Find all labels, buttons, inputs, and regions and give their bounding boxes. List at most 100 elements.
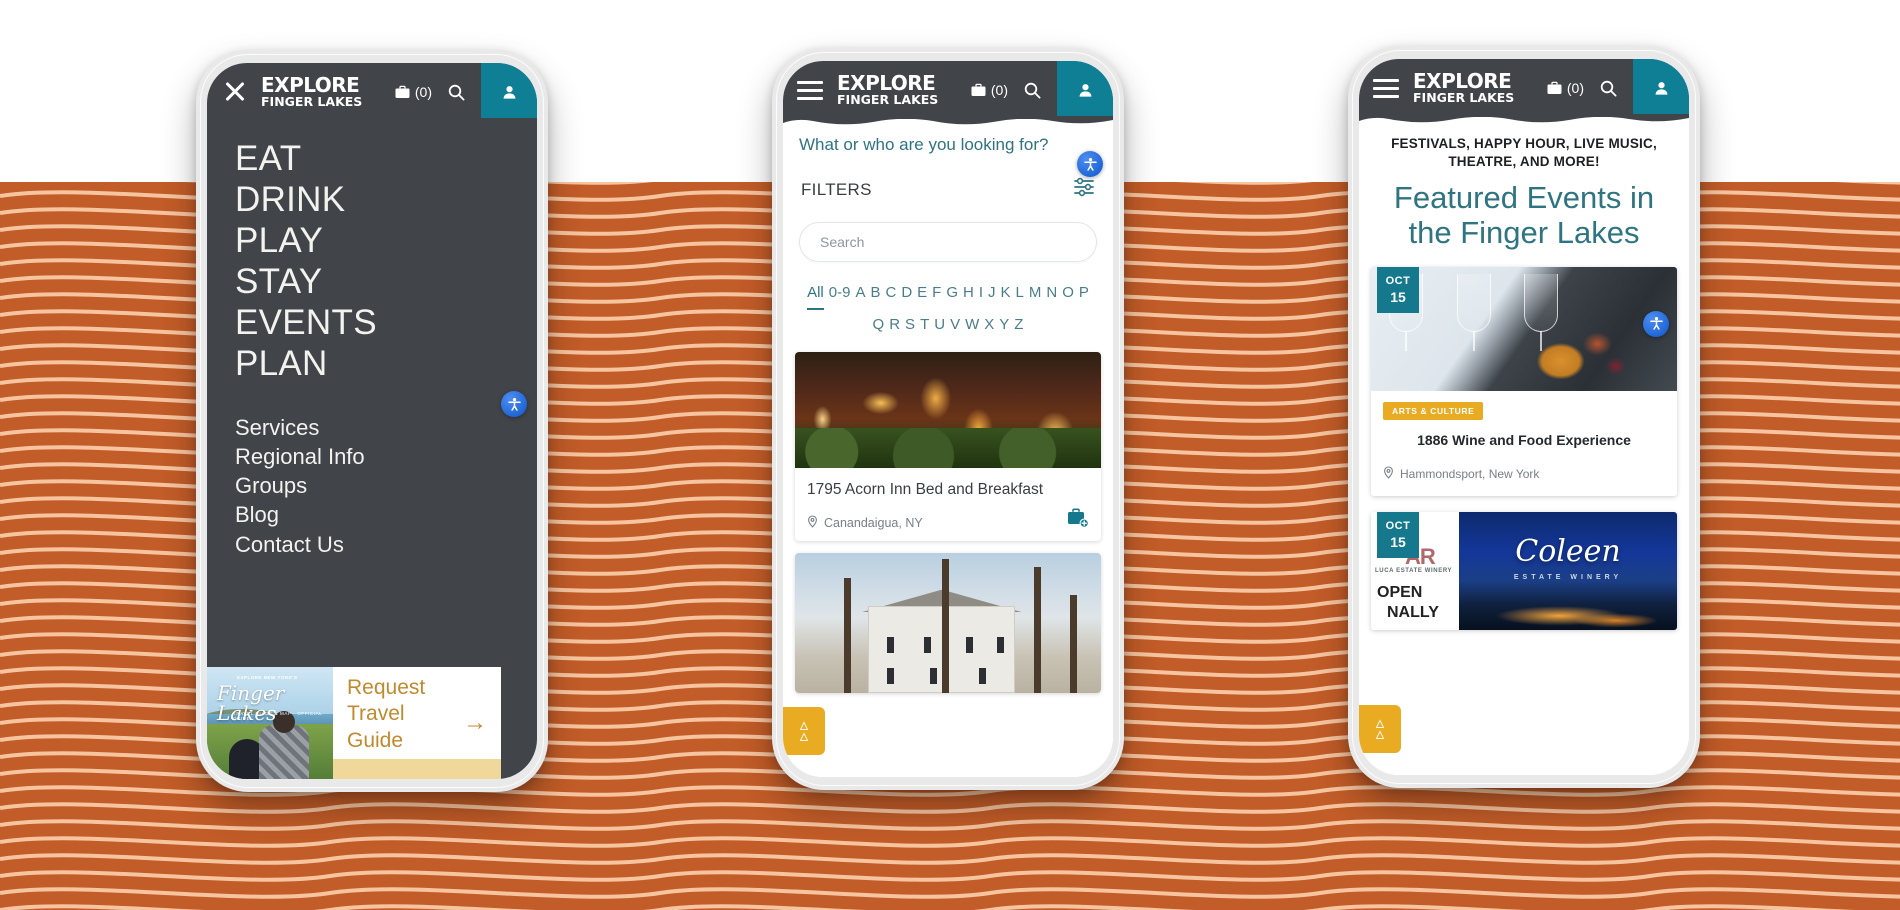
listing-photo — [795, 351, 1101, 468]
user-account-icon[interactable] — [1633, 59, 1689, 117]
alpha-m[interactable]: M — [1029, 279, 1042, 308]
event-script-logo: Coleen — [1515, 533, 1621, 569]
travel-guide-cover-sub: TRAVEL GUIDE & MAP · OFFICIAL GUIDE — [233, 711, 323, 721]
nav-item-events[interactable]: EVENTS — [235, 303, 537, 344]
alpha-f[interactable]: F — [932, 279, 941, 308]
alpha-t[interactable]: T — [920, 311, 929, 340]
list-item[interactable]: 1795 Acorn Inn Bed and Breakfast Cananda… — [795, 151, 1103, 542]
alpha-i[interactable]: I — [979, 279, 983, 308]
double-chevron-up-icon: ▵ ▵ — [1375, 713, 1385, 744]
alpha-y[interactable]: Y — [999, 311, 1009, 340]
alpha-0-9[interactable]: 0-9 — [829, 279, 851, 308]
event-night-photo: Coleen ESTATE WINERY — [1459, 511, 1677, 630]
sliders-filter-icon[interactable] — [1073, 177, 1095, 202]
alpha-v[interactable]: V — [950, 311, 960, 340]
logo-line-2: FINGER LAKES — [261, 94, 363, 110]
alpha-b[interactable]: B — [870, 279, 880, 308]
event-card[interactable]: OCT 15 ARTS & CULTURE 1886 Wine and Food… — [1371, 266, 1677, 496]
travel-guide-cover-kicker: EXPLORE NEW YORK'S — [237, 675, 298, 680]
nav-item-groups[interactable]: Groups — [235, 471, 537, 500]
trip-briefcase-button[interactable]: (0) — [395, 84, 432, 100]
alpha-g[interactable]: G — [946, 279, 958, 308]
nav-item-regional-info[interactable]: Regional Info — [235, 442, 537, 471]
event-location: Hammondsport, New York — [1383, 466, 1665, 482]
nav-item-contact-us[interactable]: Contact Us — [235, 530, 537, 559]
briefcase-icon — [395, 85, 410, 99]
alpha-l[interactable]: L — [1016, 279, 1024, 308]
accessibility-icon[interactable] — [501, 391, 527, 417]
scroll-to-top-button[interactable]: ▵ ▵ — [783, 707, 825, 755]
alpha-z[interactable]: Z — [1014, 311, 1023, 340]
alpha-w[interactable]: W — [965, 311, 979, 340]
listing-location: Canandaigua, NY — [807, 515, 1089, 531]
hamburger-icon[interactable] — [797, 77, 825, 103]
search-icon[interactable] — [1024, 82, 1041, 99]
site-logo[interactable]: EXPLORE FINGER LAKES — [261, 75, 362, 109]
alpha-all[interactable]: All — [807, 279, 824, 310]
alpha-u[interactable]: U — [934, 311, 945, 340]
list-item[interactable] — [795, 553, 1101, 694]
alpha-n[interactable]: N — [1046, 279, 1057, 308]
nav-item-plan[interactable]: PLAN — [235, 344, 537, 385]
nav-item-eat[interactable]: EAT — [235, 139, 537, 180]
status-badge: ARTS & CULTURE — [1383, 401, 1484, 420]
close-icon[interactable] — [221, 79, 249, 105]
trip-count-label: (0) — [1566, 80, 1584, 96]
alpha-q[interactable]: Q — [873, 311, 885, 340]
search-icon[interactable] — [1600, 80, 1617, 97]
request-travel-guide-banner[interactable]: EXPLORE NEW YORK'S Finger Lakes TRAVEL G… — [207, 667, 501, 779]
alpha-h[interactable]: H — [963, 279, 974, 308]
alpha-d[interactable]: D — [901, 279, 912, 308]
event-card[interactable]: OCT 15 AR LUCA ESTATE WINERY OPEN NALLY … — [1371, 511, 1677, 630]
alpha-p[interactable]: P — [1079, 279, 1089, 308]
search-field-wrapper — [783, 202, 1113, 262]
trip-briefcase-button[interactable]: (0) — [1547, 80, 1584, 96]
header-torn-edge — [1359, 114, 1689, 126]
events-page-body: FESTIVALS, HAPPY HOUR, LIVE MUSIC, THEAT… — [1359, 117, 1689, 775]
user-account-icon[interactable] — [1057, 61, 1113, 119]
secondary-nav-list: Services Regional Info Groups Blog Conta… — [235, 413, 537, 559]
alpha-e[interactable]: E — [917, 279, 927, 308]
scroll-to-top-button[interactable]: ▵ ▵ — [1359, 705, 1401, 753]
header-actions: (0) — [971, 61, 1113, 119]
app-header-phone-1: EXPLORE FINGER LAKES (0) — [207, 63, 537, 127]
nav-item-services[interactable]: Services — [235, 413, 537, 442]
nav-item-play[interactable]: PLAY — [235, 221, 537, 262]
site-logo[interactable]: EXPLORE FINGER LAKES — [837, 73, 938, 107]
page-title: Featured Events in the Finger Lakes — [1393, 180, 1655, 251]
nav-item-blog[interactable]: Blog — [235, 500, 537, 529]
nav-item-drink[interactable]: DRINK — [235, 180, 537, 221]
listing-location-text: Canandaigua, NY — [824, 516, 923, 531]
alpha-j[interactable]: J — [988, 279, 996, 308]
alpha-a[interactable]: A — [855, 279, 865, 308]
event-script-sub: ESTATE WINERY — [1513, 573, 1623, 581]
user-account-icon[interactable] — [481, 63, 537, 121]
header-actions: (0) — [395, 63, 537, 121]
accessibility-icon[interactable] — [1643, 310, 1669, 337]
trip-briefcase-button[interactable]: (0) — [971, 82, 1008, 98]
map-pin-icon — [807, 515, 818, 531]
site-logo[interactable]: EXPLORE FINGER LAKES — [1413, 71, 1514, 105]
alpha-c[interactable]: C — [885, 279, 896, 308]
phone-mockup-nav-drawer: EXPLORE FINGER LAKES (0) EAT DRINK PLAY … — [196, 50, 548, 792]
search-icon[interactable] — [448, 84, 465, 101]
travel-guide-cta[interactable]: Request Travel Guide → — [333, 667, 501, 779]
alpha-r[interactable]: R — [889, 311, 900, 340]
event-date-month: OCT — [1385, 519, 1411, 532]
arrow-right-icon: → — [463, 709, 487, 736]
nav-item-stay[interactable]: STAY — [235, 262, 537, 303]
app-header-phone-2: EXPLORE FINGER LAKES (0) — [783, 61, 1113, 125]
app-header-phone-3: EXPLORE FINGER LAKES (0) — [1359, 59, 1689, 123]
alpha-x[interactable]: X — [984, 311, 994, 340]
map-pin-icon — [1383, 466, 1394, 482]
alpha-s[interactable]: S — [905, 311, 915, 340]
header-torn-edge — [783, 116, 1113, 128]
add-to-trip-icon[interactable] — [1067, 507, 1089, 533]
alpha-o[interactable]: O — [1062, 279, 1074, 308]
search-input[interactable] — [799, 222, 1097, 262]
event-logo-panel: OCT 15 AR LUCA ESTATE WINERY OPEN NALLY — [1371, 511, 1459, 630]
alpha-k[interactable]: K — [1001, 279, 1011, 308]
search-page-body: What or who are you looking for? FILTERS — [783, 119, 1113, 777]
hamburger-icon[interactable] — [1373, 75, 1401, 101]
event-open-line-2: NALLY — [1387, 603, 1439, 621]
